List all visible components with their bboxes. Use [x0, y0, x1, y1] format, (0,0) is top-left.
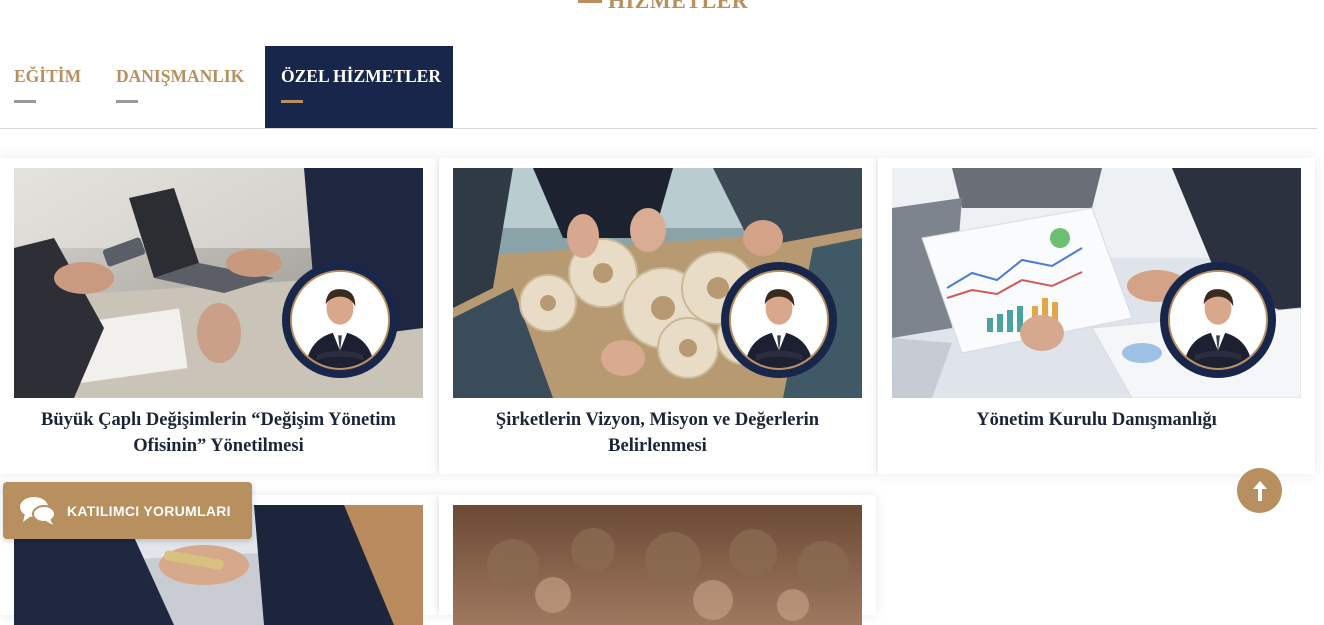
service-card[interactable] — [439, 495, 876, 625]
consultant-avatar — [282, 262, 398, 378]
scroll-to-top-button[interactable] — [1237, 468, 1282, 513]
tab-label: DANIŞMANLIK — [116, 66, 245, 86]
tab-underline — [14, 100, 36, 103]
service-card[interactable]: Yönetim Kurulu Danışmanlığı — [878, 158, 1315, 474]
participant-reviews-button[interactable]: KATILIMCI YORUMLARI — [3, 482, 252, 539]
consultant-portrait — [1170, 272, 1266, 368]
tab-ozel-hizmetler[interactable]: ÖZEL HİZMETLER — [265, 46, 453, 128]
tab-label: ÖZEL HİZMETLER — [281, 66, 441, 86]
card-title[interactable]: Yönetim Kurulu Danışmanlığı — [892, 407, 1301, 433]
tab-label: EĞİTİM — [14, 66, 82, 86]
tab-danismanlik[interactable]: DANIŞMANLIK — [116, 46, 244, 128]
arrow-up-icon — [1252, 480, 1267, 501]
section-title: HİZMETLER — [608, 0, 749, 13]
chat-bubbles-icon — [20, 496, 56, 525]
tab-underline — [281, 100, 303, 103]
tab-underline — [116, 100, 138, 103]
tab-egitim[interactable]: EĞİTİM — [14, 46, 81, 128]
consultant-avatar — [721, 262, 837, 378]
section-heading: HİZMETLER — [578, 0, 748, 14]
card-title[interactable]: Şirketlerin Vizyon, Misyon ve Değerlerin… — [453, 407, 862, 459]
consultant-portrait — [731, 272, 827, 368]
conference-blur-photo[interactable] — [453, 505, 862, 625]
consultant-portrait — [292, 272, 388, 368]
service-tabs: EĞİTİM DANIŞMANLIK ÖZEL HİZMETLER — [0, 46, 1317, 129]
service-card[interactable]: Büyük Çaplı Değişimlerin “Değişim Yöneti… — [0, 158, 437, 474]
reviews-label: KATILIMCI YORUMLARI — [67, 502, 231, 519]
card-title[interactable]: Büyük Çaplı Değişimlerin “Değişim Yöneti… — [14, 407, 423, 459]
heading-bar — [578, 0, 602, 3]
consultant-avatar — [1160, 262, 1276, 378]
service-card[interactable]: Şirketlerin Vizyon, Misyon ve Değerlerin… — [439, 158, 876, 474]
